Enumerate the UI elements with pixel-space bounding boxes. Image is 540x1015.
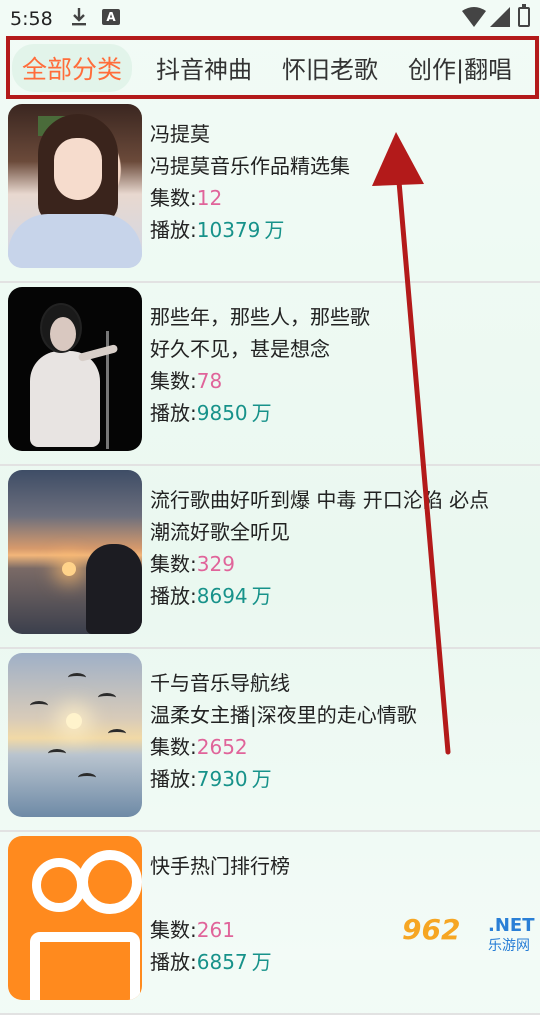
item-subtitle: 好久不见，甚是想念 (150, 337, 330, 361)
list-item[interactable]: 千与音乐导航线 温柔女主播|深夜里的走心情歌 集数:2652 播放:7930 万 (0, 649, 540, 832)
item-title: 那些年，那些人，那些歌 (150, 305, 370, 329)
item-plays: 播放:7930 万 (150, 767, 272, 791)
tab-all-categories[interactable]: 全部分类 (12, 43, 133, 92)
item-title: 千与音乐导航线 (150, 671, 290, 695)
wifi-icon (462, 7, 486, 27)
item-subtitle: 潮流好歌全听见 (150, 520, 290, 544)
item-count: 集数:2652 (150, 735, 248, 759)
tab-nostalgic-songs[interactable]: 怀旧老歌 (272, 44, 388, 91)
item-title: 流行歌曲好听到爆 中毒 开口沦陷 必点 (150, 488, 490, 512)
item-title: 冯提莫 (150, 122, 210, 146)
status-bar: 5:58 A (0, 0, 540, 36)
item-plays: 播放:10379 万 (150, 218, 285, 242)
kuaishou-logo-icon (8, 836, 142, 1000)
download-icon (72, 8, 86, 26)
item-title: 快手热门排行榜 (150, 854, 290, 878)
cellular-signal-icon (490, 7, 510, 27)
status-time: 5:58 (10, 8, 53, 30)
album-cover-image (8, 104, 142, 268)
album-cover-image (8, 470, 142, 634)
item-count: 集数:12 (150, 186, 223, 210)
notification-a-icon: A (102, 9, 120, 25)
item-count: 集数:78 (150, 369, 223, 393)
item-subtitle (150, 882, 540, 914)
item-plays: 播放:8694 万 (150, 584, 272, 608)
list-item[interactable]: 那些年，那些人，那些歌 好久不见，甚是想念 集数:78 播放:9850 万 (0, 283, 540, 466)
item-count: 集数:329 (150, 552, 235, 576)
item-plays: 播放:9850 万 (150, 401, 272, 425)
tab-original-cover[interactable]: 创作|翻唱 (398, 44, 522, 91)
tab-douyin-hits[interactable]: 抖音神曲 (146, 44, 262, 91)
item-subtitle: 温柔女主播|深夜里的走心情歌 (150, 703, 417, 727)
category-tabs: 全部分类 抖音神曲 怀旧老歌 创作|翻唱 (6, 36, 539, 99)
list-item[interactable]: 流行歌曲好听到爆 中毒 开口沦陷 必点 潮流好歌全听见 集数:329 播放:86… (0, 466, 540, 649)
list-item[interactable]: 冯提莫 冯提莫音乐作品精选集 集数:12 播放:10379 万 (0, 100, 540, 283)
album-list: 冯提莫 冯提莫音乐作品精选集 集数:12 播放:10379 万 那些年，那些人，那… (0, 100, 540, 1015)
album-cover-image (8, 287, 142, 451)
battery-icon (518, 4, 530, 27)
album-cover-image (8, 653, 142, 817)
site-watermark: 962 .NET 乐游网 (402, 913, 535, 954)
item-subtitle: 冯提莫音乐作品精选集 (150, 154, 350, 178)
